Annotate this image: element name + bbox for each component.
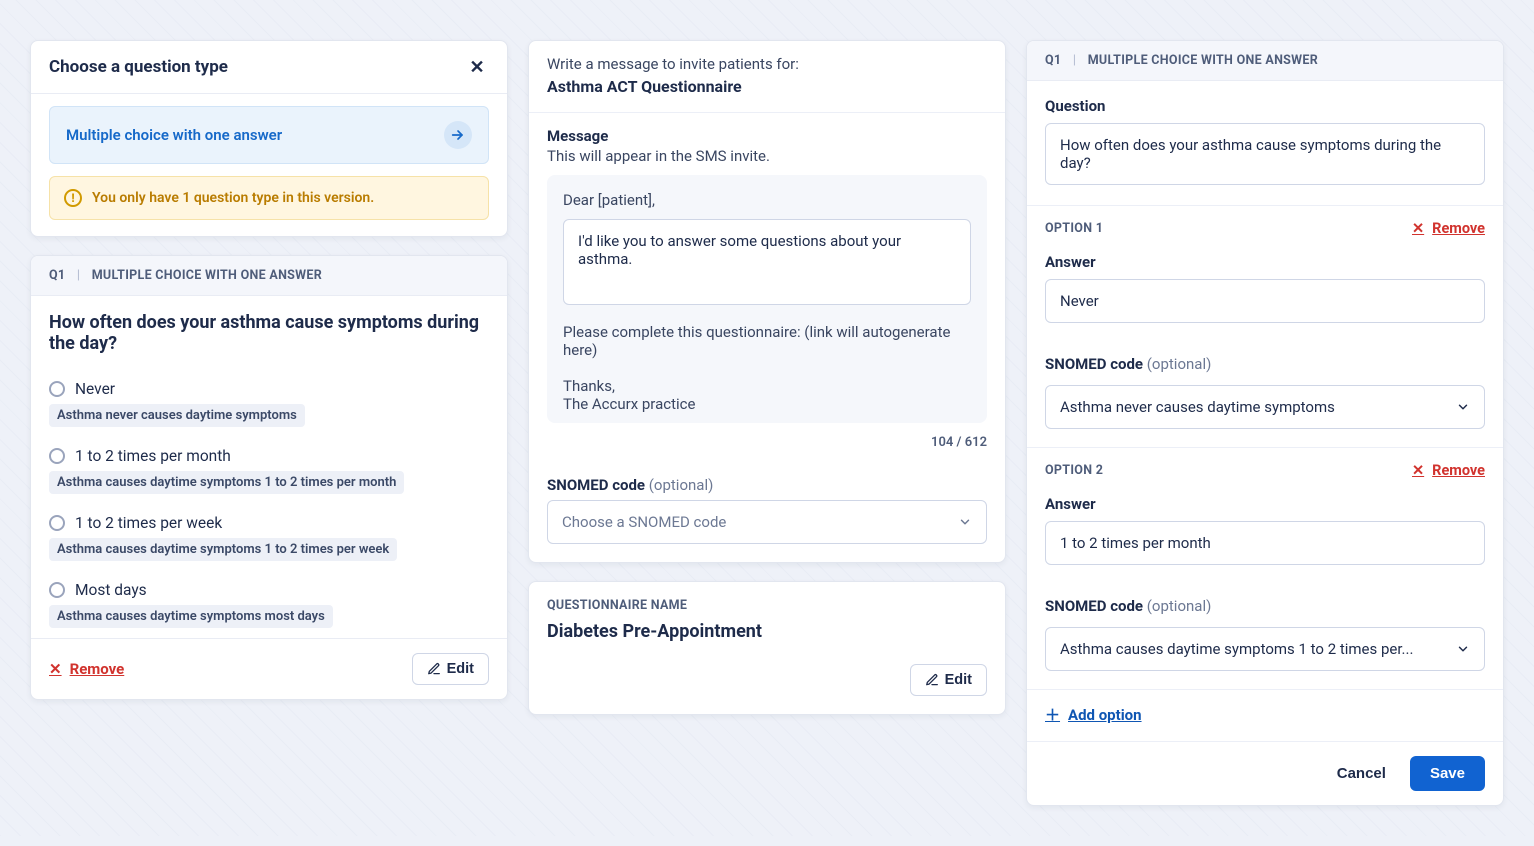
- chevron-down-icon: [1456, 642, 1470, 656]
- editor-header: Q1 | MULTIPLE CHOICE WITH ONE ANSWER: [1027, 41, 1503, 81]
- warning-text: You only have 1 question type in this ve…: [92, 190, 374, 206]
- snomed-tag: Asthma never causes daytime symptoms: [49, 404, 305, 427]
- question-input[interactable]: [1045, 123, 1485, 185]
- option-1-title: OPTION 1: [1045, 221, 1103, 236]
- option-label: Most days: [75, 581, 147, 599]
- question-preview-card: Q1 | MULTIPLE CHOICE WITH ONE ANSWER How…: [30, 255, 508, 700]
- option-2-snomed-select[interactable]: Asthma causes daytime symptoms 1 to 2 ti…: [1045, 627, 1485, 671]
- radio-icon[interactable]: [49, 515, 65, 531]
- char-counter: 104 / 612: [529, 431, 1005, 462]
- remove-option-1-button[interactable]: ✕ Remove: [1412, 220, 1485, 237]
- option-label: 1 to 2 times per month: [75, 447, 231, 465]
- message-label: Message: [529, 113, 1005, 147]
- questionnaire-title: Asthma ACT Questionnaire: [529, 77, 1005, 112]
- snomed-tag: Asthma causes daytime symptoms 1 to 2 ti…: [49, 471, 404, 494]
- sign-off-1: Thanks,: [563, 377, 971, 395]
- option-row: Most days Asthma causes daytime symptoms…: [31, 571, 507, 638]
- follow-line: Please complete this questionnaire: (lin…: [563, 323, 971, 359]
- invite-lead: Write a message to invite patients for:: [529, 41, 1005, 77]
- snomed-tag: Asthma causes daytime symptoms 1 to 2 ti…: [49, 538, 397, 561]
- remove-option-2-button[interactable]: ✕ Remove: [1412, 462, 1485, 479]
- question-text: How often does your asthma cause symptom…: [31, 296, 507, 370]
- snomed-tag: Asthma causes daytime symptoms most days: [49, 605, 333, 628]
- option-label: Never: [75, 380, 115, 398]
- qn-section-label: QUESTIONNAIRE NAME: [529, 582, 1005, 621]
- snomed-label: SNOMED code (optional): [1027, 581, 1503, 623]
- snomed-value: Asthma never causes daytime symptoms: [1060, 398, 1335, 416]
- question-number: Q1: [1045, 53, 1061, 68]
- option-2-answer-input[interactable]: [1045, 521, 1485, 565]
- snomed-select[interactable]: Choose a SNOMED code: [547, 500, 987, 544]
- arrow-right-icon: [444, 121, 472, 149]
- add-option-button[interactable]: ＋ Add option: [1027, 690, 1160, 741]
- question-field-label: Question: [1027, 81, 1503, 123]
- chevron-down-icon: [958, 515, 972, 529]
- warning-banner: ! You only have 1 question type in this …: [49, 176, 489, 220]
- greeting-line: Dear [patient],: [563, 191, 971, 209]
- x-icon: ✕: [1412, 462, 1424, 479]
- snomed-placeholder: Choose a SNOMED code: [562, 513, 726, 531]
- close-icon: ✕: [469, 57, 484, 78]
- close-button[interactable]: ✕: [465, 55, 489, 79]
- question-header: Q1 | MULTIPLE CHOICE WITH ONE ANSWER: [31, 256, 507, 296]
- option-row: Never Asthma never causes daytime sympto…: [31, 370, 507, 437]
- invite-message-card: Write a message to invite patients for: …: [528, 40, 1006, 563]
- question-type-header: MULTIPLE CHOICE WITH ONE ANSWER: [1088, 53, 1318, 68]
- sign-off-2: The Accurx practice: [563, 395, 971, 413]
- question-type-option[interactable]: Multiple choice with one answer: [49, 106, 489, 164]
- question-number: Q1: [49, 268, 65, 283]
- x-icon: ✕: [1412, 220, 1424, 237]
- option-row: 1 to 2 times per week Asthma causes dayt…: [31, 504, 507, 571]
- edit-name-button[interactable]: Edit: [910, 664, 987, 696]
- option-2-title: OPTION 2: [1045, 463, 1103, 478]
- answer-label: Answer: [1027, 479, 1503, 521]
- plus-icon: ＋: [1045, 704, 1060, 725]
- question-type-card: Choose a question type ✕ Multiple choice…: [30, 40, 508, 237]
- question-editor-card: Q1 | MULTIPLE CHOICE WITH ONE ANSWER Que…: [1026, 40, 1504, 806]
- message-sub: This will appear in the SMS invite.: [529, 147, 1005, 175]
- radio-icon[interactable]: [49, 582, 65, 598]
- radio-icon[interactable]: [49, 381, 65, 397]
- option-label: 1 to 2 times per week: [75, 514, 222, 532]
- save-button[interactable]: Save: [1410, 756, 1485, 791]
- option-1-answer-input[interactable]: [1045, 279, 1485, 323]
- option-row: 1 to 2 times per month Asthma causes day…: [31, 437, 507, 504]
- choose-question-type-title: Choose a question type: [49, 57, 228, 77]
- questionnaire-name-card: QUESTIONNAIRE NAME Diabetes Pre-Appointm…: [528, 581, 1006, 715]
- question-type-header: MULTIPLE CHOICE WITH ONE ANSWER: [92, 268, 322, 283]
- qn-name: Diabetes Pre-Appointment: [529, 621, 1005, 654]
- message-preview: Dear [patient], Please complete this que…: [547, 175, 987, 423]
- snomed-label: SNOMED code (optional): [1027, 339, 1503, 381]
- option-1-snomed-select[interactable]: Asthma never causes daytime symptoms: [1045, 385, 1485, 429]
- pencil-icon: [427, 662, 441, 676]
- message-body-input[interactable]: [563, 219, 971, 305]
- snomed-value: Asthma causes daytime symptoms 1 to 2 ti…: [1060, 640, 1413, 658]
- warning-icon: !: [64, 189, 82, 207]
- radio-icon[interactable]: [49, 448, 65, 464]
- edit-question-button[interactable]: Edit: [412, 653, 489, 685]
- chevron-down-icon: [1456, 400, 1470, 414]
- cancel-button[interactable]: Cancel: [1323, 756, 1400, 791]
- remove-question-button[interactable]: ✕ Remove: [49, 660, 124, 678]
- x-icon: ✕: [49, 660, 62, 678]
- answer-label: Answer: [1027, 237, 1503, 279]
- snomed-label: SNOMED code (optional): [529, 462, 1005, 496]
- pencil-icon: [925, 673, 939, 687]
- question-type-label: Multiple choice with one answer: [66, 126, 282, 144]
